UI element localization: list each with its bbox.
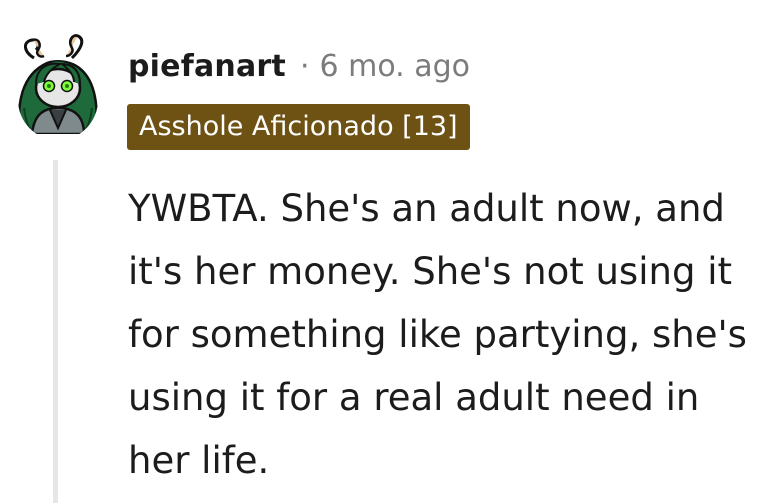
timestamp[interactable]: 6 mo. ago: [320, 49, 471, 84]
username-link[interactable]: piefanart: [128, 49, 286, 84]
user-flair-badge: Asshole Aficionado [13]: [127, 104, 470, 150]
comment-body: YWBTA. She's an adult now, and it's her …: [128, 187, 747, 482]
comment-header: piefanart · 6 mo. ago: [128, 44, 470, 88]
separator-dot: ·: [299, 48, 310, 84]
user-avatar-icon[interactable]: [16, 28, 100, 140]
thread-line[interactable]: [53, 160, 58, 503]
